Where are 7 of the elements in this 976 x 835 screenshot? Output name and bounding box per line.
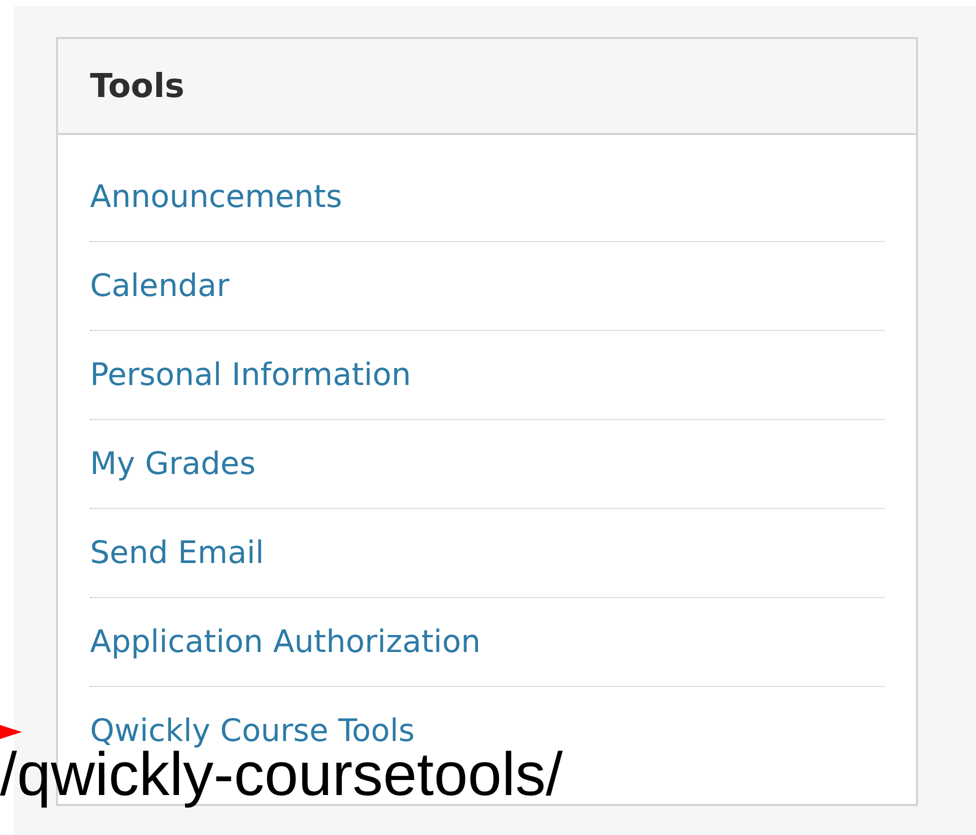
tool-link[interactable]: My Grades — [90, 440, 256, 488]
panel-title: Tools — [90, 65, 184, 108]
tool-link[interactable]: Calendar — [90, 262, 230, 310]
tool-link[interactable]: Application Authorization — [90, 618, 481, 666]
tool-link[interactable]: Personal Information — [90, 352, 412, 398]
tool-link[interactable]: Send Email — [90, 530, 264, 576]
tool-link[interactable]: Announcements — [90, 174, 342, 220]
